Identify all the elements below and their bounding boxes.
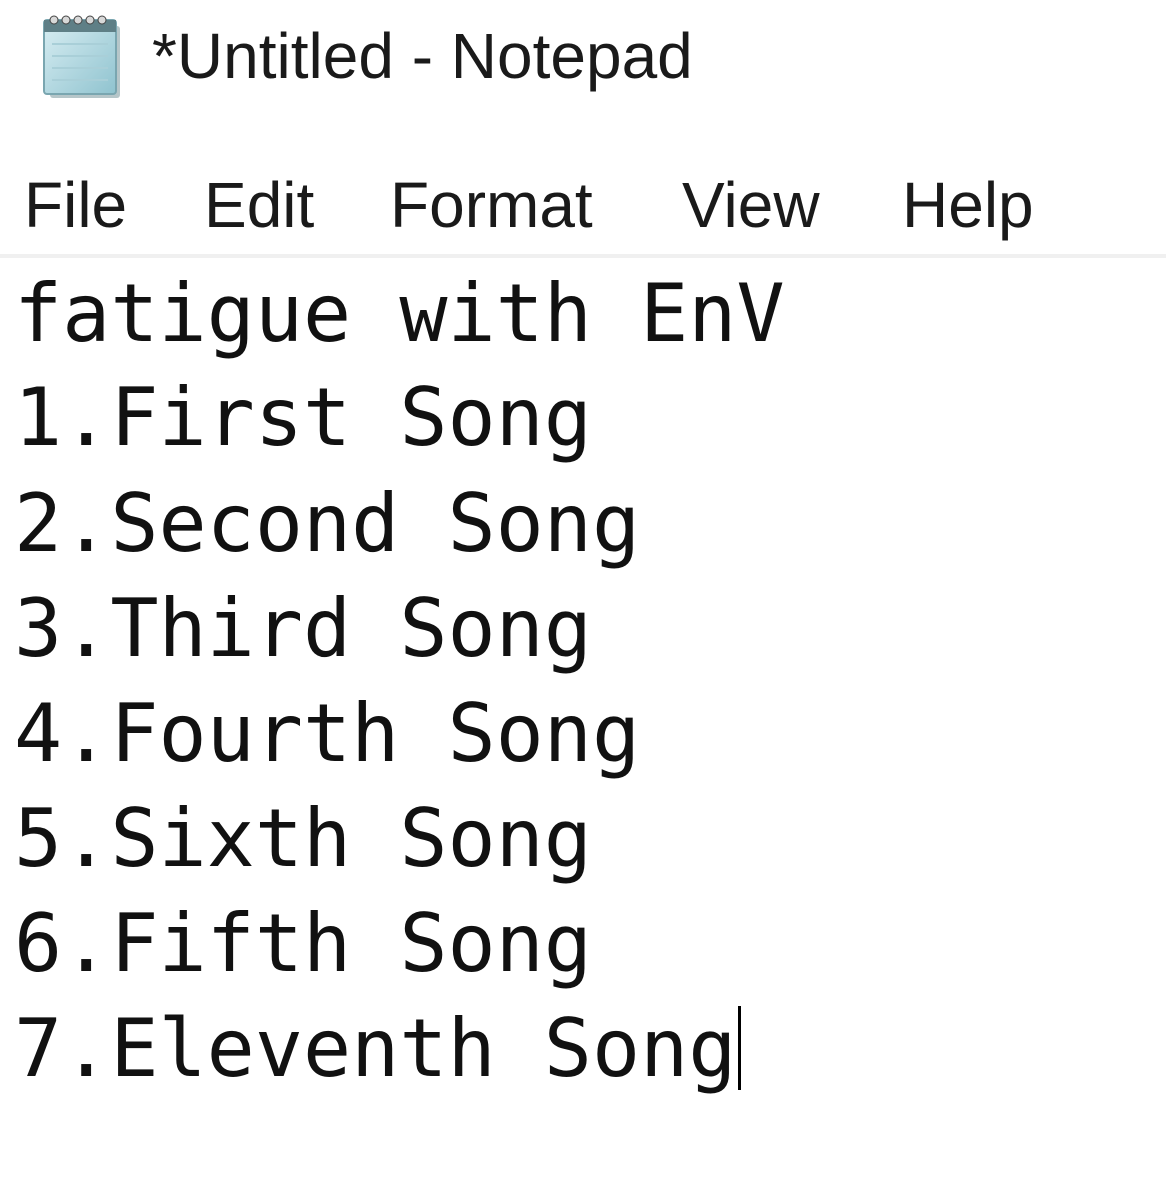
window-title: *Untitled - Notepad: [152, 20, 693, 92]
line-text: 1.First Song: [14, 371, 592, 464]
line-text: 5.Sixth Song: [14, 792, 592, 885]
editor-line: 5.Sixth Song: [14, 789, 592, 889]
editor-line: 7.Eleventh Song: [14, 999, 742, 1099]
menu-format[interactable]: Format: [390, 168, 593, 242]
editor-line: 6.Fifth Song: [14, 894, 592, 994]
editor-line: 2.Second Song: [14, 474, 640, 574]
text-editor[interactable]: fatigue with EnV 1.First Song 2.Second S…: [0, 262, 1166, 1200]
line-text: 2.Second Song: [14, 477, 641, 570]
line-text: fatigue with EnV: [14, 267, 785, 360]
title-bar[interactable]: *Untitled - Notepad: [0, 0, 1166, 120]
editor-line: 3.Third Song: [14, 579, 592, 679]
menu-view[interactable]: View: [682, 168, 820, 242]
line-text: 3.Third Song: [14, 582, 592, 675]
line-text: 7.Eleventh Song: [14, 1002, 737, 1095]
menu-help[interactable]: Help: [902, 168, 1034, 242]
editor-line: fatigue with EnV: [14, 264, 785, 364]
menu-file[interactable]: File: [24, 168, 127, 242]
menu-edit[interactable]: Edit: [204, 168, 314, 242]
editor-line: 4.Fourth Song: [14, 684, 640, 784]
notepad-window: *Untitled - Notepad File Edit Format Vie…: [0, 0, 1166, 1200]
line-text: 4.Fourth Song: [14, 687, 641, 780]
line-text: 6.Fifth Song: [14, 897, 592, 990]
text-caret: [738, 1006, 742, 1090]
notepad-icon[interactable]: [36, 12, 128, 102]
menu-bar: File Edit Format View Help: [0, 150, 1166, 258]
editor-line: 1.First Song: [14, 368, 592, 468]
